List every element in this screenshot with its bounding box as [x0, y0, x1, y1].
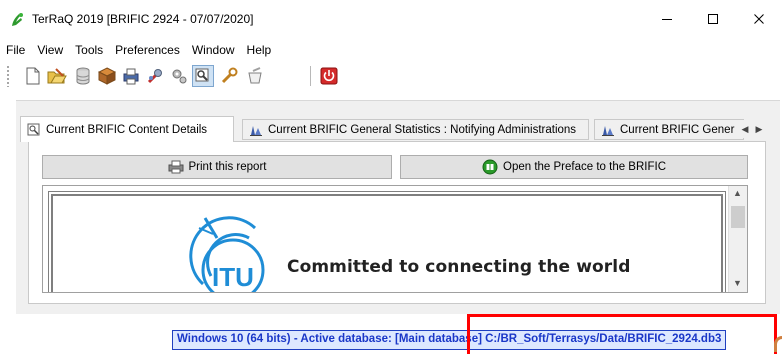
menu-tools[interactable]: Tools [69, 40, 109, 60]
menu-preferences[interactable]: Preferences [109, 40, 186, 60]
tab-label: Current BRIFIC Content Details [46, 123, 208, 136]
statistics-icon [601, 123, 615, 137]
statistics-icon [249, 123, 263, 137]
menu-window[interactable]: Window [186, 40, 241, 60]
report-scrollbar[interactable]: ▲ ▼ [728, 186, 747, 292]
tab-scroll-right-icon[interactable]: ▶ [752, 120, 766, 138]
tools-icon[interactable] [144, 65, 166, 87]
maximize-button[interactable] [690, 5, 736, 33]
printer-icon[interactable] [120, 65, 142, 87]
package-icon[interactable] [96, 65, 118, 87]
print-report-button[interactable]: Print this report [42, 155, 392, 179]
itu-logo: ITU [189, 216, 265, 292]
close-button[interactable] [736, 5, 782, 33]
menu-file[interactable]: File [0, 40, 31, 60]
tab-label: Current BRIFIC General Statistics : Noti… [268, 123, 577, 136]
report-viewer[interactable]: ITU Committed to connecting the world [42, 185, 748, 293]
toolbar-separator [310, 66, 311, 86]
highlight-annotation [467, 314, 777, 354]
scrollbar-thumb[interactable] [731, 206, 745, 228]
menu-bar: File View Tools Preferences Window Help [0, 40, 782, 60]
title-bar: TerRaQ 2019 [BRIFIC 2924 - 07/07/2020] [0, 0, 782, 38]
app-icon [10, 12, 26, 28]
toolbar-grip[interactable] [6, 65, 10, 87]
settings-icon[interactable] [168, 65, 190, 87]
print-report-label: Print this report [188, 161, 267, 173]
search-database-icon [27, 123, 41, 137]
open-preface-label: Open the Preface to the BRIFIC [503, 161, 666, 173]
annotation-edge-mark [774, 336, 782, 352]
search-database-icon[interactable] [192, 65, 214, 87]
wrench-icon[interactable] [218, 65, 240, 87]
book-icon [482, 159, 498, 175]
tab-content-details[interactable]: Current BRIFIC Content Details [20, 116, 234, 142]
window-title: TerRaQ 2019 [BRIFIC 2924 - 07/07/2020] [32, 12, 254, 26]
clear-icon[interactable] [244, 65, 266, 87]
close-icon [754, 14, 764, 24]
open-preface-button[interactable]: Open the Preface to the BRIFIC [400, 155, 748, 179]
tab-label: Current BRIFIC Gener [620, 123, 735, 136]
scroll-down-icon[interactable]: ▼ [733, 278, 742, 288]
minimize-icon [662, 19, 672, 20]
report-page: ITU Committed to connecting the world [48, 191, 726, 292]
tab-scroll-left-icon[interactable]: ◀ [738, 120, 752, 138]
printer-icon [168, 160, 184, 174]
database-icon[interactable] [72, 65, 94, 87]
tab-strip: Current BRIFIC Content Details Current B… [20, 116, 775, 142]
report-slogan: Committed to connecting the world [287, 257, 631, 277]
minimize-button[interactable] [644, 5, 690, 33]
power-icon[interactable] [318, 65, 340, 87]
scroll-up-icon[interactable]: ▲ [733, 188, 742, 198]
tab-general-statistics[interactable]: Current BRIFIC General Statistics : Noti… [242, 119, 589, 140]
menu-view[interactable]: View [31, 40, 69, 60]
open-folder-icon[interactable] [46, 65, 68, 87]
new-document-icon[interactable] [22, 65, 44, 87]
menu-help[interactable]: Help [241, 40, 278, 60]
tab-general-partial[interactable]: Current BRIFIC Gener [594, 119, 744, 140]
toolbar [0, 63, 782, 89]
maximize-icon [708, 14, 718, 24]
itu-logo-text: ITU [212, 262, 254, 292]
